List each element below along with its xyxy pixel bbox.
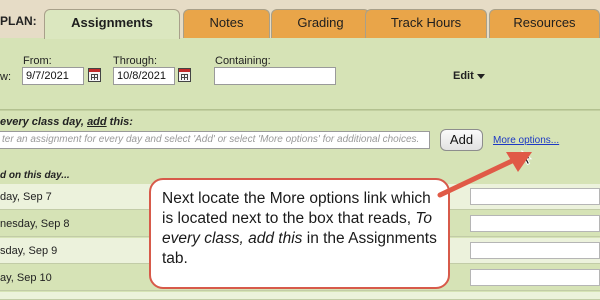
day-assignment-input[interactable] [470,215,600,232]
section-divider [0,109,600,111]
more-options-link[interactable]: More options... [493,135,559,146]
calendar-icon[interactable] [178,68,191,82]
every-day-assignment-input[interactable]: ter an assignment for every day and sele… [0,131,430,149]
plan-label: PLAN: [0,14,37,28]
tab-notes[interactable]: Notes [183,9,270,38]
day-label: sday, Sep 9 [0,245,58,257]
from-label: From: [23,55,52,67]
day-assignment-input[interactable] [470,269,600,286]
calendar-icon[interactable] [88,68,101,82]
edit-menu[interactable]: Edit [453,70,485,82]
day-assignment-input[interactable] [470,242,600,259]
pointer-arrow-icon [437,152,532,198]
containing-label: Containing: [215,55,271,67]
chevron-down-icon [476,73,485,79]
through-date-input[interactable]: 10/8/2021 [113,67,175,85]
tab-grading[interactable]: Grading [271,9,370,38]
day-row [0,292,600,300]
tab-resources[interactable]: Resources [489,9,600,38]
day-label: ay, Sep 10 [0,272,52,284]
tab-bar: PLAN: Assignments Notes Grading Track Ho… [0,0,600,39]
tab-assignments[interactable]: Assignments [44,9,180,39]
day-label: nesday, Sep 8 [0,218,70,230]
instruction-callout: Next locate the More options link which … [149,178,450,289]
callout-text: Next locate the More options link which … [162,190,431,227]
containing-input[interactable] [214,67,336,85]
section-title-suffix: this: [106,116,133,128]
through-label: Through: [113,55,158,67]
day-list-header: d on this day... [0,170,70,181]
section-title-emph: add [87,116,107,128]
edit-menu-label: Edit [453,70,474,82]
from-date-input[interactable]: 9/7/2021 [22,67,84,85]
section-title-prefix: every class day, [0,116,88,128]
tab-track-hours[interactable]: Track Hours [365,9,487,38]
section-title: every class day, add this: [0,116,133,128]
view-label: w: [0,71,11,83]
day-label: day, Sep 7 [0,191,52,203]
